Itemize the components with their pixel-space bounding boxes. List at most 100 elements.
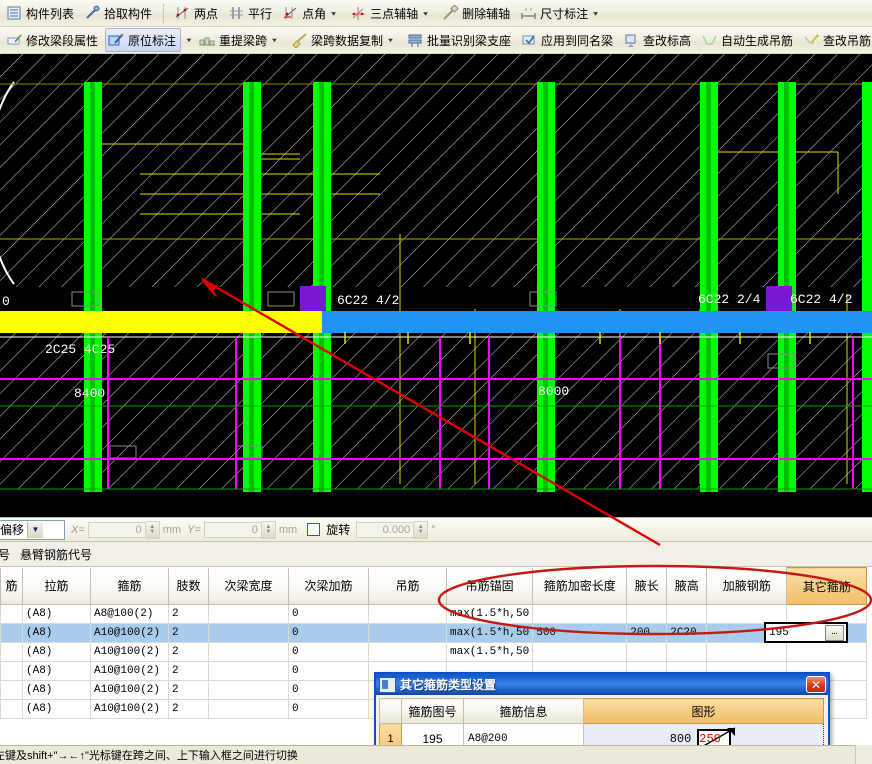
cell[interactable]: 2 [168,699,209,719]
cell[interactable]: A8@100(2) [90,604,169,624]
cell[interactable]: A10@100(2) [90,661,169,681]
cell[interactable] [626,642,668,662]
cell[interactable]: (A8) [22,680,91,700]
toolbar-button-point-angle[interactable]: 点角 ▼ [279,1,345,25]
grid-header-col-tie-bar[interactable]: 拉筋 [22,567,91,605]
cell[interactable] [208,623,289,643]
cell[interactable]: 2C20 [666,623,708,643]
cell[interactable] [626,604,668,624]
cell[interactable]: 0 [288,680,369,700]
cell[interactable] [208,642,289,662]
rotate-stepper[interactable]: ▲ ▼ [414,520,429,539]
y-input[interactable]: 0 [203,521,262,538]
cell[interactable] [532,642,628,662]
cell[interactable]: A10@100(2) [90,680,169,700]
table-row[interactable]: (A8) A10@100(2) 2 0 max(1.5*h,50 [0,642,868,662]
grid-header-col-other-stirrup[interactable]: 其它箍筋 [786,567,868,605]
cell[interactable]: max(1.5*h,50 [445,604,534,624]
cell[interactable]: (A8) [22,642,91,662]
cell[interactable]: 0 [288,623,369,643]
x-stepper[interactable]: ▲ ▼ [145,520,160,539]
cell[interactable] [0,680,23,700]
grid-header-col-secondary-beam-width[interactable]: 次梁宽度 [208,567,289,605]
cell[interactable] [208,699,289,719]
cell[interactable]: A10@100(2) [90,699,169,719]
grid-header-col-haunch-length[interactable]: 腋长 [626,567,668,605]
cell[interactable]: (A8) [22,623,91,643]
toolbar-button-auto-generate-hanging-bar[interactable]: 自动生成吊筋 [698,28,798,52]
chevron-down-icon[interactable]: ▼ [185,37,193,43]
grid-header-col-hanging-anchor[interactable]: 吊筋锚固 [445,567,534,605]
table-row[interactable]: (A8) A10@100(2) 2 0 max(1.5*h,50 500 200… [0,623,868,643]
chevron-down-icon[interactable]: ▼ [270,37,279,43]
grid-header-col-stirrup-dense-length[interactable]: 箍筋加密长度 [532,567,628,605]
cell[interactable]: 200 [626,623,668,643]
toolbar-button-parallel[interactable]: 平行 [225,1,277,25]
dialog-header-stirrup-number[interactable]: 箍筋图号 [401,698,464,724]
cell[interactable]: 2 [168,680,209,700]
other-stirrup-value[interactable]: 195 [766,627,825,639]
cell[interactable] [532,604,628,624]
grid-header-col-haunch-height[interactable]: 腋高 [666,567,708,605]
cell[interactable] [368,604,447,624]
toolbar-button-modify-hanging-bar[interactable]: 查改吊筋 ▼ [800,28,872,52]
toolbar-button-apply-to-same-name-beam[interactable]: 应用到同名梁 [518,28,618,52]
cell[interactable]: (A8) [22,604,91,624]
cell[interactable] [0,604,23,624]
table-row[interactable]: (A8) A8@100(2) 2 0 max(1.5*h,50 [0,604,868,624]
y-stepper[interactable]: ▲ ▼ [261,520,276,539]
toolbar-button-original-position-label[interactable]: 原位标注 [105,28,182,52]
cell[interactable] [0,642,23,662]
toolbar-button-re-extract-beam-span[interactable]: 重提梁跨 ▼ [196,28,286,52]
cell[interactable] [666,604,708,624]
cell[interactable]: 0 [288,699,369,719]
cell[interactable]: 2 [168,642,209,662]
cell[interactable] [368,642,447,662]
cell[interactable]: (A8) [22,661,91,681]
other-stirrup-edit-cell[interactable]: 195 … [764,622,848,643]
grid-header-col-secondary-beam-bar[interactable]: 次梁加筋 [288,567,369,605]
cell[interactable]: 0 [288,642,369,662]
cell[interactable] [786,642,868,662]
cell[interactable]: 0 [288,661,369,681]
cell[interactable]: 500 [532,623,628,643]
grid-header-col-hanging-bar[interactable]: 吊筋 [368,567,447,605]
cell[interactable] [0,699,23,719]
chevron-down-icon[interactable]: ▼ [386,37,395,43]
grid-header-col-haunch-bar[interactable]: 加腋钢筋 [706,567,788,605]
toolbar-button-component-list[interactable]: 构件列表 [3,1,79,25]
cell[interactable]: 2 [168,604,209,624]
cell[interactable] [0,623,23,643]
rotate-checkbox[interactable] [307,523,321,536]
cell[interactable]: A10@100(2) [90,623,169,643]
cell[interactable] [0,661,23,681]
cell[interactable]: A10@100(2) [90,642,169,662]
chevron-down-icon[interactable]: ▼ [329,10,338,16]
toolbar-button-beam-span-data-copy[interactable]: 梁跨数据复制 ▼ [288,28,402,52]
cell[interactable] [706,604,788,624]
cell[interactable] [666,642,708,662]
toolbar-button-delete-aux-axis[interactable]: 删除辅轴 [439,1,515,25]
toolbar-button-batch-identify-beam-support[interactable]: 批量识别梁支座 [404,28,516,52]
dialog-titlebar[interactable]: 其它箍筋类型设置 ✕ [376,674,828,695]
dialog-header-stirrup-info[interactable]: 箍筋信息 [463,698,584,724]
toolbar-button-modify-elevation[interactable]: 查改标高 [620,28,696,52]
cell[interactable] [208,604,289,624]
cell[interactable]: 2 [168,623,209,643]
rotate-input[interactable]: 0.000 [356,521,415,538]
toolbar-button-dimension[interactable]: 尺寸标注 ▼ [517,1,607,25]
toolbar-button-modify-beam-segment-attr[interactable]: 修改梁段属性 [3,28,103,52]
cell[interactable] [208,661,289,681]
grid-header-col-partial-bar[interactable]: 筋 [0,567,23,605]
toolbar-button-three-point-aux-axis[interactable]: 三点辅轴 ▼ [347,1,437,25]
toolbar-button-two-point[interactable]: 两点 [171,1,223,25]
cell[interactable] [706,642,788,662]
dialog-header-shape[interactable]: 图形 [583,698,824,724]
cell[interactable] [786,604,868,624]
cell[interactable] [208,680,289,700]
cell[interactable]: max(1.5*h,50 [445,642,534,662]
close-icon[interactable]: ✕ [806,676,826,693]
toolbar-button-pick-component[interactable]: 拾取构件 [81,1,157,25]
x-input[interactable]: 0 [87,521,146,538]
grid-header-col-limb-count[interactable]: 肢数 [168,567,209,605]
